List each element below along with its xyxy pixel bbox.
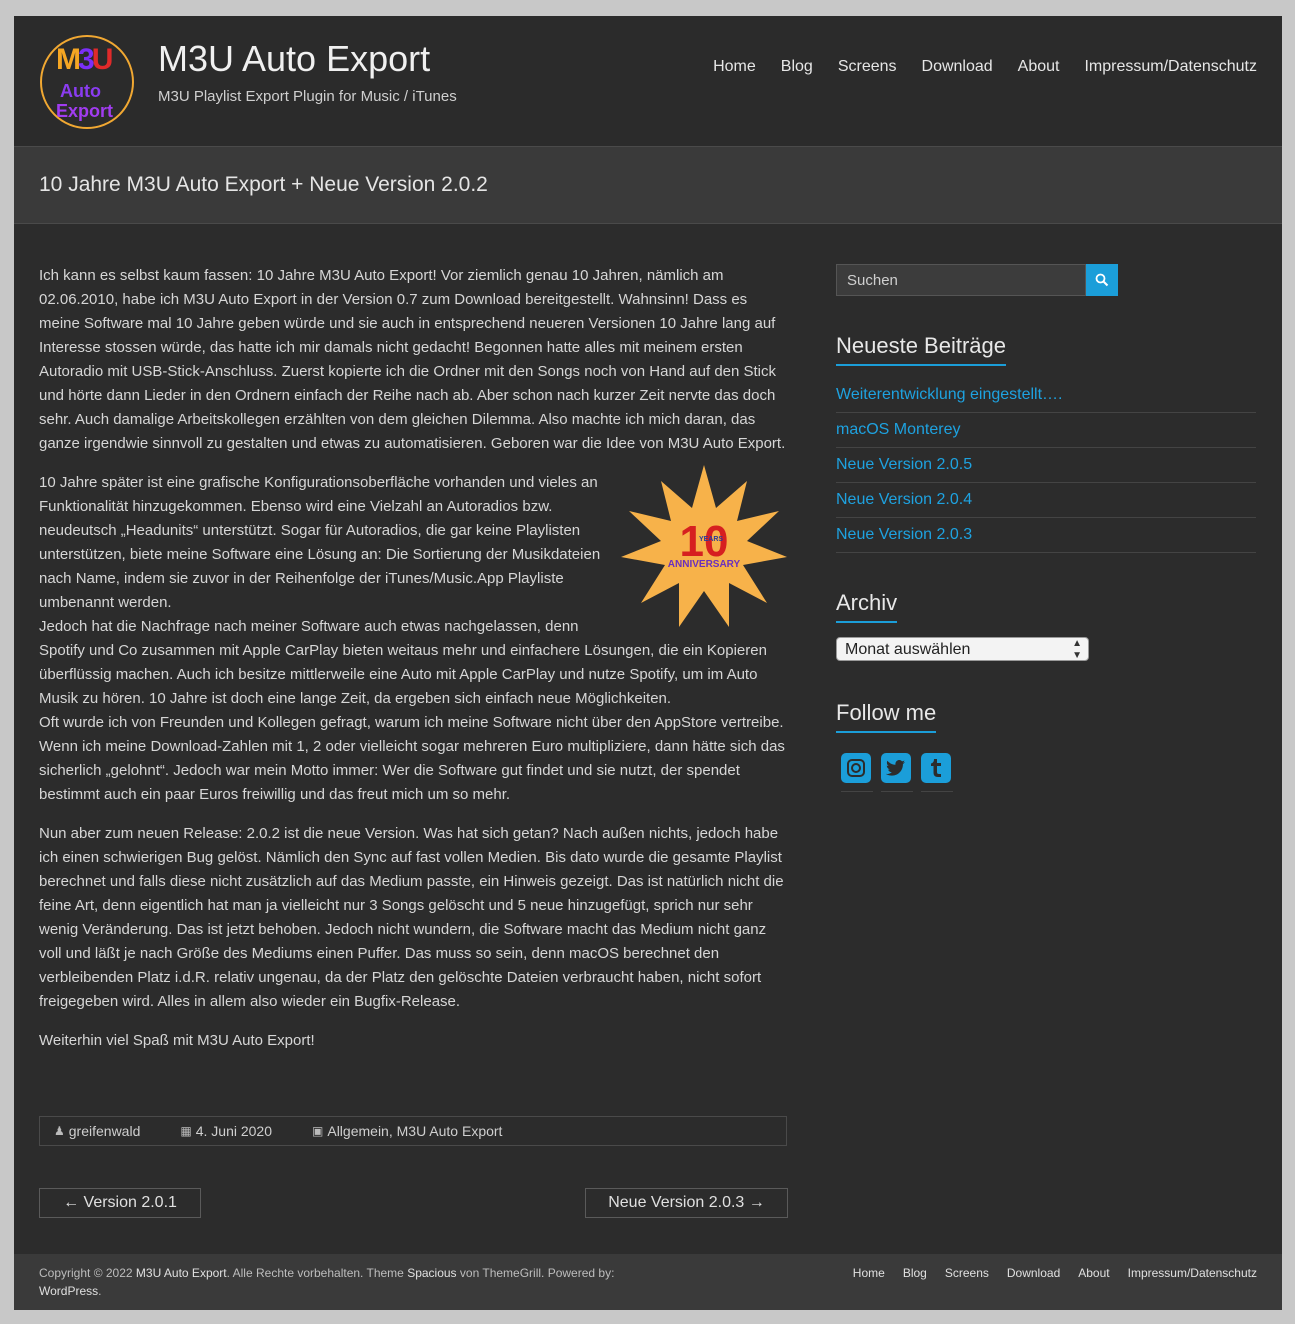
recent-post-link[interactable]: Weiterentwicklung eingestellt…. <box>836 378 1256 413</box>
anniversary-star-icon: 10 YEARS ANNIVERSARY <box>621 465 787 627</box>
user-icon: ♟ <box>54 1124 65 1138</box>
search-box <box>836 264 1087 296</box>
footer-nav-about[interactable]: About <box>1078 1266 1109 1280</box>
social-underline <box>921 791 953 792</box>
footer-nav-home[interactable]: Home <box>853 1266 885 1280</box>
date-text: 4. Juni 2020 <box>195 1123 273 1139</box>
logo-mark: M3U <box>56 43 113 76</box>
nav-download[interactable]: Download <box>922 58 993 76</box>
recent-post-link[interactable]: Neue Version 2.0.3 <box>836 518 1256 553</box>
follow-title: Follow me <box>836 700 937 733</box>
footer-nav-blog[interactable]: Blog <box>903 1266 927 1280</box>
title-underline <box>836 731 937 733</box>
logo-line-auto: Auto <box>60 81 101 101</box>
copyright-end: . <box>98 1284 102 1298</box>
footer-nav-screens[interactable]: Screens <box>945 1266 989 1280</box>
instagram-link[interactable] <box>841 753 873 793</box>
post-paragraph-1: Ich kann es selbst kaum fassen: 10 Jahre… <box>39 267 786 452</box>
categories-text: Allgemein, M3U Auto Export <box>327 1123 503 1139</box>
copyright-rights: . Alle Rechte vorbehalten. Theme <box>226 1266 404 1280</box>
site-header: M3U Auto Export M3U Auto Export M3U Play… <box>14 16 1282 146</box>
author-name: greifenwald <box>68 1123 141 1139</box>
recent-post-link[interactable]: macOS Monterey <box>836 413 1256 448</box>
footer-site-link[interactable]: M3U Auto Export <box>136 1266 227 1280</box>
search-icon <box>1095 273 1109 287</box>
footer-nav: Home Blog Screens Download About Impress… <box>835 1266 1257 1280</box>
page: M3U Auto Export M3U Auto Export M3U Play… <box>14 16 1282 1310</box>
badge-anniversary: ANNIVERSARY <box>668 559 741 570</box>
folder-icon: ▣ <box>312 1124 324 1138</box>
title-underline <box>836 364 1006 366</box>
nav-screens[interactable]: Screens <box>838 58 897 76</box>
page-title-bar: 10 Jahre M3U Auto Export + Neue Version … <box>14 146 1282 224</box>
calendar-icon: ▦ <box>180 1124 192 1138</box>
post-author[interactable]: ♟ greifenwald <box>54 1123 160 1139</box>
footer-wordpress-link[interactable]: WordPress <box>39 1284 98 1298</box>
recent-posts-title: Neueste Beiträge <box>836 333 1006 366</box>
copyright-prefix: Copyright © 2022 <box>39 1266 133 1280</box>
select-arrows-icon: ▲ ▼ <box>1072 638 1082 661</box>
prev-post-button[interactable]: ← Version 2.0.1 <box>39 1188 201 1218</box>
badge-years: YEARS <box>699 536 723 543</box>
recent-post-link[interactable]: Neue Version 2.0.5 <box>836 448 1256 483</box>
social-underline <box>881 791 913 792</box>
post-date[interactable]: ▦ 4. Juni 2020 <box>180 1123 292 1139</box>
nav-home[interactable]: Home <box>713 58 756 76</box>
page-title: 10 Jahre M3U Auto Export + Neue Version … <box>39 173 488 196</box>
tumblr-icon <box>921 753 951 783</box>
post-paragraph-3: Nun aber zum neuen Release: 2.0.2 ist di… <box>39 825 784 1010</box>
nav-blog[interactable]: Blog <box>781 58 813 76</box>
footer-nav-download[interactable]: Download <box>1007 1266 1060 1280</box>
post-paragraph-4: Weiterhin viel Spaß mit M3U Auto Export! <box>39 1032 315 1049</box>
nav-about[interactable]: About <box>1018 58 1060 76</box>
post-paragraph-2: 10 YEARS ANNIVERSARY 10 Jahre später ist… <box>39 465 789 807</box>
instagram-icon <box>841 753 871 783</box>
recent-title-text: Neueste Beiträge <box>836 333 1006 358</box>
site-footer: Copyright © 2022 M3U Auto Export. Alle R… <box>14 1254 1282 1310</box>
post-content: Ich kann es selbst kaum fassen: 10 Jahre… <box>39 264 789 1068</box>
copyright-by: von ThemeGrill. Powered by: <box>459 1266 615 1280</box>
nav-impressum[interactable]: Impressum/Datenschutz <box>1084 58 1257 76</box>
post-paragraph-2c: Oft wurde ich von Freunden und Kollegen … <box>39 714 785 803</box>
social-underline <box>841 791 873 792</box>
recent-posts-list: Weiterentwicklung eingestellt…. macOS Mo… <box>836 378 1256 553</box>
title-underline <box>836 621 898 623</box>
post-categories[interactable]: ▣ Allgemein, M3U Auto Export <box>312 1123 522 1139</box>
recent-post-link[interactable]: Neue Version 2.0.4 <box>836 483 1256 518</box>
post-meta: ♟ greifenwald ▦ 4. Juni 2020 ▣ Allgemein, M… <box>39 1116 787 1146</box>
search-input[interactable] <box>837 265 1087 295</box>
footer-theme-link[interactable]: Spacious <box>407 1266 456 1280</box>
site-title[interactable]: M3U Auto Export <box>158 38 430 80</box>
logo-line-export: Export <box>56 101 114 121</box>
archive-title-text: Archiv <box>836 590 898 615</box>
archive-select[interactable]: Monat auswählen ▲ ▼ <box>836 637 1089 661</box>
post-paragraph-2a: 10 Jahre später ist eine grafische Konfi… <box>39 474 601 611</box>
site-logo[interactable]: M3U Auto Export <box>40 35 134 129</box>
follow-title-text: Follow me <box>836 700 937 725</box>
copyright: Copyright © 2022 M3U Auto Export. Alle R… <box>39 1264 639 1300</box>
anniversary-badge: 10 YEARS ANNIVERSARY <box>619 463 789 633</box>
archive-select-value: Monat auswählen <box>845 641 971 658</box>
footer-nav-impressum[interactable]: Impressum/Datenschutz <box>1128 1266 1257 1280</box>
next-post-button[interactable]: Neue Version 2.0.3 → <box>585 1188 788 1218</box>
archive-title: Archiv <box>836 590 898 623</box>
tumblr-link[interactable] <box>921 753 953 793</box>
twitter-icon <box>881 753 911 783</box>
twitter-link[interactable] <box>881 753 913 793</box>
search-button[interactable] <box>1086 264 1118 296</box>
site-description: M3U Playlist Export Plugin for Music / i… <box>158 88 457 105</box>
main-nav: Home Blog Screens Download About Impress… <box>688 58 1257 76</box>
